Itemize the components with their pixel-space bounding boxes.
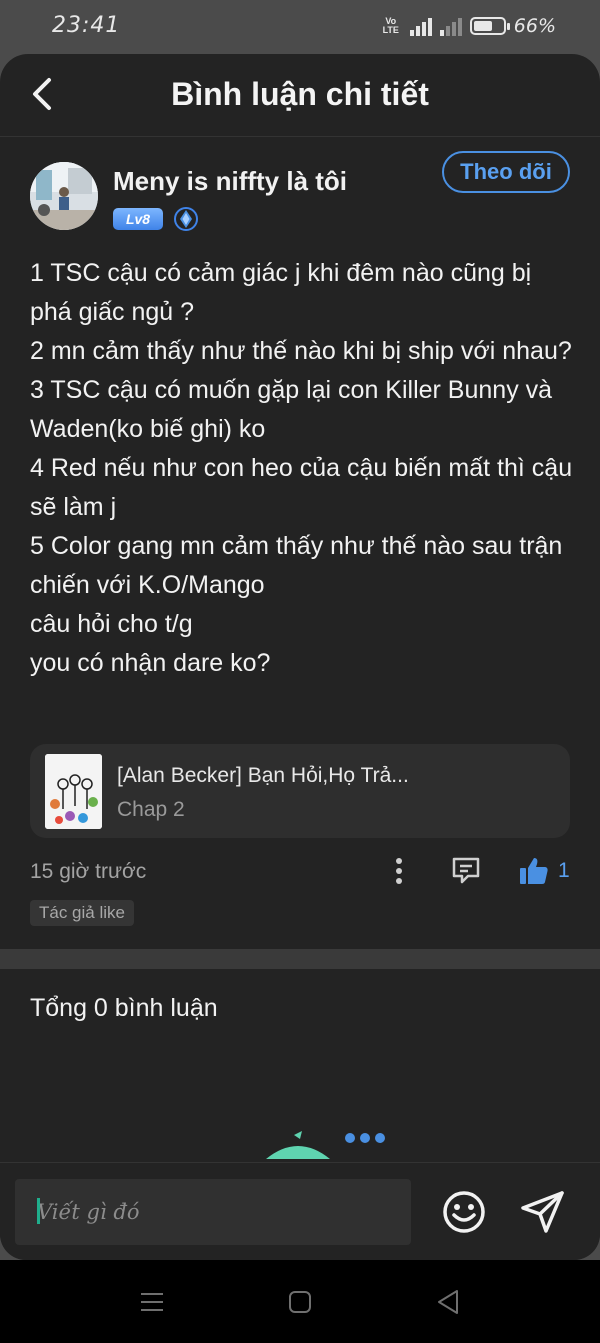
story-card[interactable]: [Alan Becker] Bạn Hỏi,Họ Trả... Chap 2 <box>30 744 570 838</box>
comment-timestamp: 15 giờ trước <box>30 860 147 883</box>
avatar[interactable] <box>30 162 98 230</box>
send-icon <box>521 1191 564 1233</box>
comment-meta: 15 giờ trước 1 <box>30 854 570 894</box>
more-options-button[interactable] <box>386 854 412 888</box>
thumbs-up-icon <box>520 858 548 884</box>
comment-input[interactable] <box>15 1179 411 1245</box>
follow-button[interactable]: Theo dõi <box>442 151 570 193</box>
rank-badge-icon <box>174 207 198 231</box>
reply-button[interactable] <box>450 854 482 888</box>
author-name[interactable]: Meny is niffty là tôi <box>113 166 347 197</box>
send-button[interactable] <box>520 1190 566 1234</box>
smiley-icon <box>443 1191 485 1233</box>
text-cursor <box>37 1198 40 1224</box>
status-bar: 23:41 Vo LTE 66% <box>0 0 600 52</box>
story-chapter: Chap 2 <box>117 798 185 821</box>
comment-detail-screen: Bình luận chi tiết Meny is niffty là tôi… <box>0 54 600 1260</box>
empty-state-illustration <box>266 1131 385 1159</box>
comment-line: 4 Red nếu như con heo của cậu biến mất t… <box>30 454 573 521</box>
comment-body: 1 TSC cậu có cảm giác j khi đêm nào cũng… <box>30 254 575 683</box>
total-comments-label: Tổng 0 bình luận <box>30 994 218 1022</box>
battery-icon <box>469 17 510 35</box>
story-thumbnail <box>45 754 102 829</box>
home-icon[interactable] <box>288 1290 312 1314</box>
system-navigation-bar <box>0 1260 600 1343</box>
comment-icon <box>452 857 480 884</box>
signal-icon <box>409 16 432 36</box>
signal-secondary-icon <box>439 16 462 36</box>
like-count: 1 <box>558 859 570 882</box>
comment-line: 2 mn cảm thấy như thế nào khi bị ship vớ… <box>30 337 572 365</box>
story-title: [Alan Becker] Bạn Hỏi,Họ Trả... <box>117 764 409 787</box>
author-like-tag: Tác giả like <box>30 900 134 926</box>
status-time: 23:41 <box>52 13 121 38</box>
back-triangle-icon[interactable] <box>436 1289 460 1315</box>
comment-line: you có nhận dare ko? <box>30 649 271 677</box>
like-button[interactable]: 1 <box>518 854 574 888</box>
avatar-image <box>30 162 98 230</box>
header: Bình luận chi tiết <box>0 54 600 137</box>
section-divider <box>0 949 600 969</box>
more-vertical-icon <box>396 858 402 884</box>
battery-percent: 66% <box>513 15 556 37</box>
comment-line: 5 Color gang mn cảm thấy như thế nào sau… <box>30 532 563 599</box>
recent-apps-icon[interactable] <box>140 1290 164 1314</box>
status-icons: Vo LTE 66% <box>380 12 556 40</box>
page-title: Bình luận chi tiết <box>171 76 429 112</box>
comment-line: 3 TSC cậu có muốn gặp lại con Killer Bun… <box>30 376 553 443</box>
comment-input-bar <box>0 1162 600 1260</box>
comment-author: Meny is niffty là tôi Lv8 Theo dõi <box>30 151 570 242</box>
emoji-button[interactable] <box>442 1190 486 1234</box>
comment-line: 1 TSC cậu có cảm giác j khi đêm nào cũng… <box>30 259 532 326</box>
level-badge: Lv8 <box>113 208 163 230</box>
volte-icon: Vo LTE <box>382 16 399 35</box>
comment-line: câu hỏi cho t/g <box>30 610 193 638</box>
